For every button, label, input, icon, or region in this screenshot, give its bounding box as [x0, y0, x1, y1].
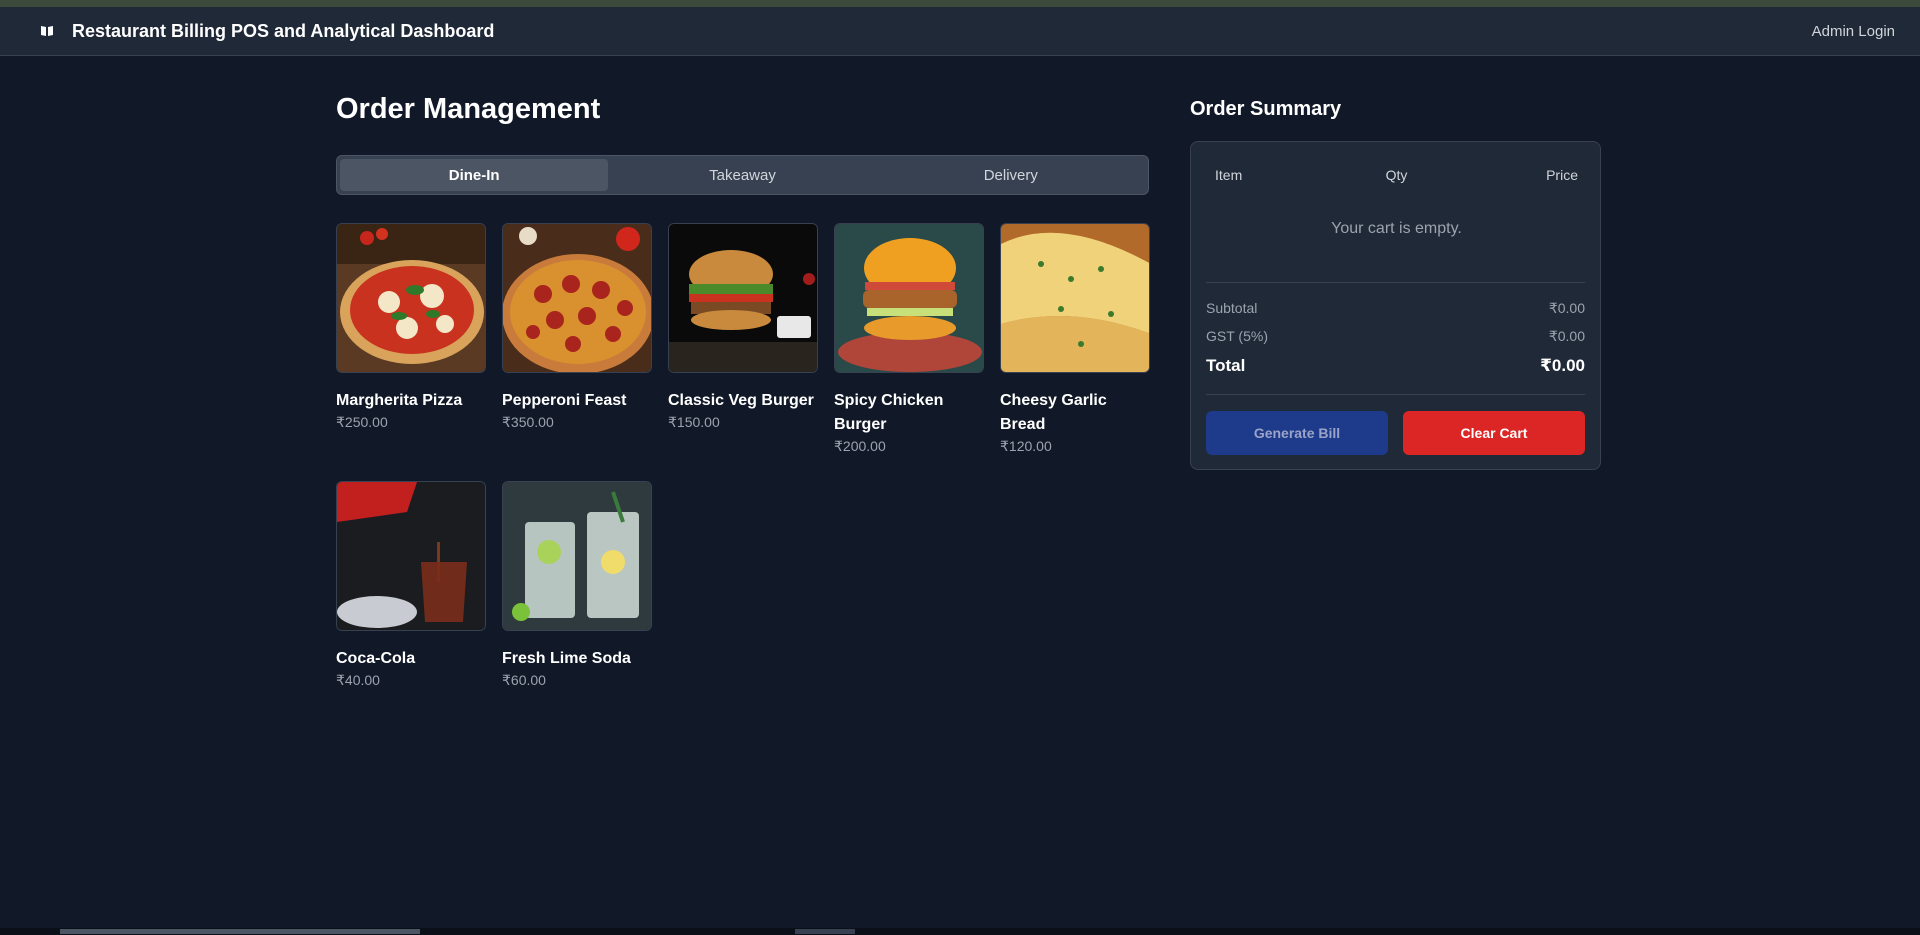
- total-value: ₹0.00: [1540, 356, 1585, 375]
- tab-takeaway[interactable]: Takeaway: [608, 159, 876, 191]
- clear-cart-button[interactable]: Clear Cart: [1403, 411, 1585, 455]
- navbar: Restaurant Billing POS and Analytical Da…: [0, 7, 1920, 56]
- tab-dine-in[interactable]: Dine-In: [340, 159, 609, 191]
- menu-item-name: Pepperoni Feast: [502, 392, 627, 409]
- menu-item-price: ₹200.00: [834, 438, 886, 454]
- gst-label: GST (5%): [1206, 328, 1268, 344]
- tab-delivery[interactable]: Delivery: [877, 159, 1145, 191]
- menu-item-name: Spicy Chicken Burger: [834, 392, 944, 433]
- spicy-chicken-burger-image: [834, 223, 984, 373]
- gst-row: GST (5%) ₹0.00: [1206, 328, 1585, 345]
- column-price: Price: [1546, 167, 1578, 183]
- subtotal-value: ₹0.00: [1548, 300, 1585, 316]
- total-label: Total: [1206, 356, 1246, 375]
- book-icon: [41, 26, 53, 36]
- fresh-lime-soda-image: [502, 481, 652, 631]
- admin-login-link[interactable]: Admin Login: [1812, 23, 1895, 40]
- menu-item-card[interactable]: Classic Veg Burger ₹150.00: [668, 223, 818, 432]
- menu-item-card[interactable]: Cheesy Garlic Bread ₹120.00: [1000, 223, 1150, 456]
- column-item: Item: [1215, 167, 1243, 183]
- generate-bill-button[interactable]: Generate Bill: [1206, 411, 1388, 455]
- brand: Restaurant Billing POS and Analytical Da…: [40, 21, 494, 42]
- subtotal-row: Subtotal ₹0.00: [1206, 300, 1585, 317]
- menu-item-price: ₹150.00: [668, 414, 720, 430]
- main-content: Order Management Dine-In Takeaway Delive…: [336, 56, 1601, 916]
- order-type-tabs: Dine-In Takeaway Delivery: [336, 155, 1149, 195]
- page-title: Order Management: [336, 93, 601, 125]
- order-summary-panel: Item Qty Price Your cart is empty. Subto…: [1190, 141, 1601, 470]
- total-row: Total ₹0.00: [1206, 356, 1585, 376]
- menu-item-name: Classic Veg Burger: [668, 392, 814, 409]
- menu-item-price: ₹120.00: [1000, 438, 1052, 454]
- menu-item-card[interactable]: Pepperoni Feast ₹350.00: [502, 223, 652, 432]
- scrollbar-thumb[interactable]: [60, 929, 420, 934]
- coca-cola-image: [336, 481, 486, 631]
- menu-item-card[interactable]: Coca-Cola ₹40.00: [336, 481, 486, 690]
- subtotal-label: Subtotal: [1206, 300, 1258, 316]
- menu-item-card[interactable]: Margherita Pizza ₹250.00: [336, 223, 486, 432]
- app-title: Restaurant Billing POS and Analytical Da…: [72, 20, 495, 41]
- divider: [1206, 394, 1585, 395]
- menu-item-name: Cheesy Garlic Bread: [1000, 392, 1107, 433]
- menu-item-price: ₹350.00: [502, 414, 554, 430]
- empty-cart-message: Your cart is empty.: [1331, 220, 1462, 237]
- classic-veg-burger-image: [668, 223, 818, 373]
- margherita-pizza-image: [336, 223, 486, 373]
- pepperoni-feast-image: [502, 223, 652, 373]
- cheesy-garlic-bread-image: [1000, 223, 1150, 373]
- divider: [1206, 282, 1585, 283]
- menu-item-card[interactable]: Fresh Lime Soda ₹60.00: [502, 481, 652, 690]
- gst-value: ₹0.00: [1548, 328, 1585, 344]
- column-qty: Qty: [1385, 167, 1408, 183]
- menu-item-name: Margherita Pizza: [336, 392, 463, 409]
- menu-item-price: ₹250.00: [336, 414, 388, 430]
- horizontal-scrollbar[interactable]: [0, 928, 1920, 935]
- menu-item-name: Coca-Cola: [336, 650, 416, 667]
- menu-item-price: ₹40.00: [336, 672, 380, 688]
- browser-top-strip: [0, 0, 1920, 7]
- menu-item-card[interactable]: Spicy Chicken Burger ₹200.00: [834, 223, 984, 456]
- cart-table-header: Item Qty Price: [1215, 167, 1578, 183]
- menu-item-price: ₹60.00: [502, 672, 546, 688]
- summary-title: Order Summary: [1190, 98, 1342, 120]
- scrollbar-thumb[interactable]: [795, 929, 855, 934]
- menu-item-name: Fresh Lime Soda: [502, 650, 631, 667]
